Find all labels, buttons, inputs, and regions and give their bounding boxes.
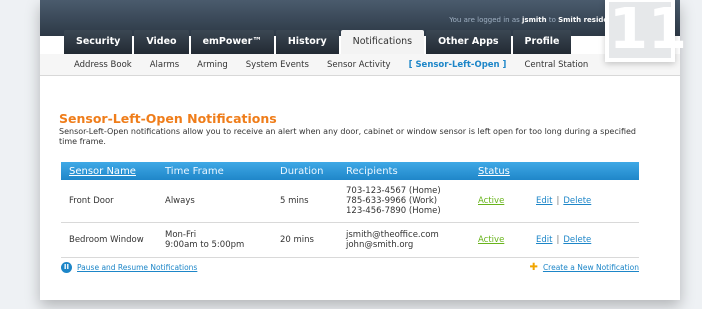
time-frame-line: 9:00am to 5:00pm	[165, 240, 245, 250]
login-status: You are logged in as jsmith to Smith res…	[449, 16, 622, 24]
status-cell: Active	[478, 196, 536, 206]
actions-cell: Edit | Delete	[536, 235, 639, 245]
recipient-line: 785-633-9966 (Work)	[346, 196, 438, 206]
status-active-link[interactable]: Active	[478, 235, 504, 245]
duration-cell: 20 mins	[280, 235, 314, 245]
subnav-sensor-activity[interactable]: Sensor Activity	[327, 60, 391, 70]
notifications-table: Sensor Name Time Frame Duration Recipien…	[61, 162, 639, 258]
edit-link[interactable]: Edit	[536, 196, 552, 206]
subnav-address-book[interactable]: Address Book	[74, 60, 132, 70]
subnav-central-station[interactable]: Central Station	[524, 60, 588, 70]
tab-history[interactable]: History	[275, 30, 339, 54]
action-separator: |	[556, 196, 560, 206]
recipient-line: 703-123-4567 (Home)	[346, 186, 441, 196]
pause-icon[interactable]: II	[61, 261, 72, 273]
number-badge: 11	[605, 0, 687, 62]
tab-video[interactable]: Video	[134, 30, 189, 54]
pause-resume-link[interactable]: Pause and Resume Notifications	[77, 263, 197, 272]
recipient-line: john@smith.org	[346, 240, 414, 250]
pause-resume-area: II Pause and Resume Notifications	[61, 261, 197, 273]
action-separator: |	[556, 235, 560, 245]
time-frame-cell: Mon-Fri 9:00am to 5:00pm	[165, 230, 280, 250]
status-cell: Active	[478, 235, 536, 245]
status-active-link[interactable]: Active	[478, 196, 504, 206]
create-notification-link[interactable]: Create a New Notification	[543, 263, 639, 272]
duration-cell: 5 mins	[280, 196, 309, 206]
page-title: Sensor-Left-Open Notifications	[59, 111, 277, 126]
recipient-line: 123-456-7890 (Home)	[346, 206, 441, 216]
notifications-subnav: Address Book Alarms Arming System Events…	[40, 54, 680, 76]
delete-link[interactable]: Delete	[563, 196, 591, 206]
time-frame-line: Always	[165, 196, 195, 206]
table-header: Sensor Name Time Frame Duration Recipien…	[61, 162, 639, 180]
sensor-name-cell: Front Door	[69, 196, 114, 206]
tab-security[interactable]: Security	[64, 30, 133, 54]
header-status[interactable]: Status	[478, 166, 536, 177]
subnav-sensor-left-open[interactable]: [ Sensor-Left-Open ]	[409, 60, 507, 70]
recipients-cell: 703-123-4567 (Home) 785-633-9966 (Work) …	[346, 186, 478, 216]
time-frame-cell: Always	[165, 196, 280, 206]
table-footer: II Pause and Resume Notifications ✚ Crea…	[61, 260, 639, 274]
plus-icon[interactable]: ✚	[530, 262, 538, 273]
tab-notifications[interactable]: Notifications	[340, 30, 425, 54]
tab-other-apps[interactable]: Other Apps	[426, 30, 511, 54]
edit-link[interactable]: Edit	[536, 235, 552, 245]
login-text: You are logged in as	[449, 16, 520, 24]
subnav-system-events[interactable]: System Events	[246, 60, 309, 70]
subnav-alarms[interactable]: Alarms	[150, 60, 179, 70]
subnav-arming[interactable]: Arming	[197, 60, 228, 70]
header-duration: Duration	[280, 165, 324, 177]
header-time-frame: Time Frame	[165, 165, 224, 177]
login-to: to	[548, 16, 556, 24]
create-notification-area: ✚ Create a New Notification	[530, 262, 639, 273]
app-panel: You are logged in as jsmith to Smith res…	[40, 0, 687, 300]
table-row: Front Door Always 5 mins 703-123-4567 (H…	[61, 180, 639, 223]
recipient-line: jsmith@theoffice.com	[346, 230, 439, 240]
header-recipients: Recipients	[346, 165, 398, 177]
recipients-cell: jsmith@theoffice.com john@smith.org	[346, 230, 478, 250]
page-description: Sensor-Left-Open notifications allow you…	[59, 127, 636, 146]
time-frame-line: Mon-Fri	[165, 230, 197, 240]
actions-cell: Edit | Delete	[536, 196, 639, 206]
sensor-name-cell: Bedroom Window	[69, 235, 144, 245]
main-tabs: Security Video emPower™ History Notifica…	[64, 30, 572, 54]
tab-empower[interactable]: emPower™	[190, 30, 274, 54]
delete-link[interactable]: Delete	[563, 235, 591, 245]
header-sensor-name[interactable]: Sensor Name	[61, 166, 165, 177]
login-user: jsmith	[522, 16, 547, 24]
table-row: Bedroom Window Mon-Fri 9:00am to 5:00pm …	[61, 223, 639, 258]
tab-profile[interactable]: Profile	[512, 30, 572, 54]
